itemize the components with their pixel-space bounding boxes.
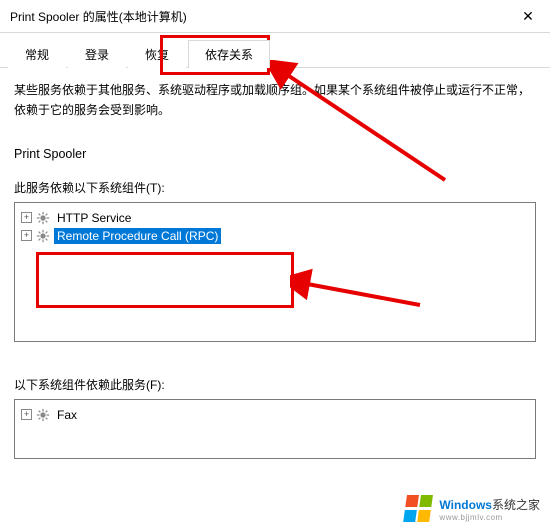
expand-icon[interactable]: +	[21, 230, 32, 241]
gear-icon	[36, 408, 50, 422]
tab-logon[interactable]: 登录	[68, 40, 126, 68]
watermark-url: www.bjjmlv.com	[439, 513, 540, 522]
tree-item-label[interactable]: Fax	[54, 407, 80, 423]
gear-icon	[36, 229, 50, 243]
tab-strip: 常规 登录 恢复 依存关系	[0, 33, 550, 68]
watermark-text: Windows系统之家 www.bjjmlv.com	[439, 496, 540, 522]
tab-recovery[interactable]: 恢复	[128, 40, 186, 68]
tree-row[interactable]: + Remote Procedure Call (RPC)	[19, 227, 531, 245]
tree-item-label[interactable]: HTTP Service	[54, 210, 134, 226]
tree-row[interactable]: + Fax	[19, 406, 531, 424]
dependencies-description: 某些服务依赖于其他服务、系统驱动程序或加载顺序组。如果某个系统组件被停止或运行不…	[14, 80, 536, 121]
titlebar: Print Spooler 的属性(本地计算机) ✕	[0, 0, 550, 33]
depends-on-label: 此服务依赖以下系统组件(T):	[14, 179, 536, 196]
watermark: Windows系统之家 www.bjjmlv.com	[401, 493, 544, 525]
watermark-brand-cn: 系统之家	[492, 498, 540, 512]
tab-dependencies[interactable]: 依存关系	[188, 40, 270, 68]
tab-content: 某些服务依赖于其他服务、系统驱动程序或加载顺序组。如果某个系统组件被停止或运行不…	[0, 68, 550, 471]
watermark-brand-en: Windows	[439, 498, 492, 512]
tab-general[interactable]: 常规	[8, 40, 66, 68]
close-button[interactable]: ✕	[514, 6, 542, 26]
depends-on-tree[interactable]: + HTTP Service + Remote Procedure Call (…	[14, 202, 536, 342]
window-title: Print Spooler 的属性(本地计算机)	[10, 8, 187, 25]
depended-by-label: 以下系统组件依赖此服务(F):	[14, 376, 536, 393]
service-name: Print Spooler	[14, 147, 536, 161]
windows-logo-icon	[403, 495, 435, 523]
gear-icon	[36, 211, 50, 225]
expand-icon[interactable]: +	[21, 409, 32, 420]
tree-item-label-selected[interactable]: Remote Procedure Call (RPC)	[54, 228, 221, 244]
tree-row[interactable]: + HTTP Service	[19, 209, 531, 227]
expand-icon[interactable]: +	[21, 212, 32, 223]
depended-by-tree[interactable]: + Fax	[14, 399, 536, 459]
